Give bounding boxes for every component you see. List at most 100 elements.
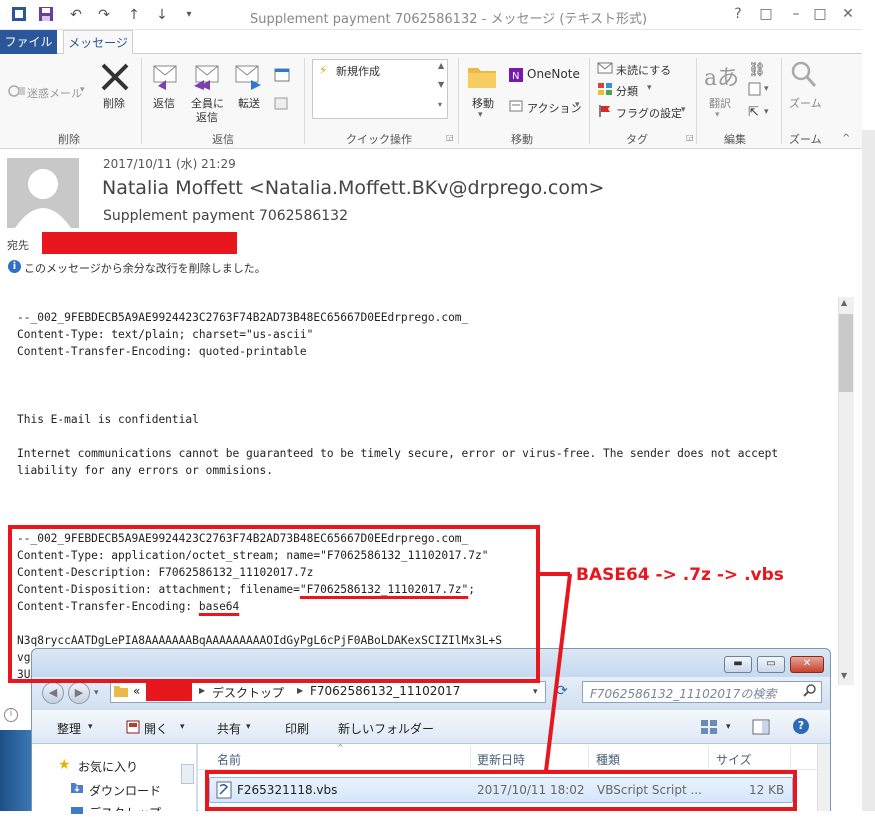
reply-all-icon[interactable] [190,60,224,93]
share-dropdown-icon[interactable]: ▾ [246,722,251,732]
refresh-icon[interactable]: ⟳ [556,683,568,699]
select-icon[interactable]: ⇱ [748,105,759,120]
reply-icon[interactable] [150,60,182,93]
zoom-button[interactable]: ズーム [789,95,822,111]
redo-icon[interactable]: ↷ [95,6,113,24]
move-folder-icon[interactable] [466,62,498,93]
file-list-scrollbar[interactable] [817,744,830,811]
find-icon[interactable]: ⛓ [748,62,766,78]
follow-up-dropdown-icon[interactable]: ▾ [681,105,686,115]
gallery-up-icon[interactable]: ▲ [438,61,444,70]
junk-mail-button[interactable]: 迷惑メール [27,85,82,101]
column-type[interactable]: 種類 [596,751,620,768]
more-respond-icon[interactable] [274,96,290,115]
customize-qat-icon[interactable]: ▾ [180,6,198,24]
delete-button[interactable]: 削除 [103,95,125,111]
help-button[interactable]: ? [724,4,752,24]
forward-icon[interactable] [233,60,265,93]
junk-mail-icon[interactable] [8,84,26,101]
reply-button[interactable]: 返信 [153,95,175,111]
open-dropdown-icon[interactable]: ▾ [180,722,185,732]
up-arrow-icon[interactable]: ↑ [125,6,143,24]
delete-icon[interactable] [98,62,132,95]
breadcrumb-folder[interactable]: F7062586132_11102017 [310,684,460,698]
tab-message[interactable]: メッセージ [63,30,133,55]
share-button[interactable]: 共有 [217,720,241,737]
flag-icon[interactable] [598,104,612,121]
move-dropdown-icon[interactable]: ▾ [478,110,483,120]
scroll-thumb[interactable] [839,314,853,392]
tab-file[interactable]: ファイル [0,30,57,54]
categorize-button[interactable]: 分類 [616,83,638,99]
quick-steps-gallery[interactable] [312,59,448,119]
categorize-icon[interactable] [597,82,613,99]
dialog-launcher-icon[interactable]: ◲ [446,133,454,142]
column-divider[interactable] [588,746,589,768]
quick-step-new[interactable]: 新規作成 [336,63,380,79]
search-icon[interactable] [803,683,817,700]
gallery-down-icon[interactable]: ▼ [438,80,444,89]
actions-icon[interactable] [508,98,524,117]
nav-desktop[interactable]: デスクトップ [89,804,161,811]
maximize-button[interactable]: □ [806,4,834,24]
new-folder-button[interactable]: 新しいフォルダー [338,720,434,737]
column-divider[interactable] [470,746,471,768]
reply-all-button-line2[interactable]: 返信 [196,109,218,125]
column-name[interactable]: 名前 [217,751,241,768]
column-size[interactable]: サイズ [716,751,752,768]
forward-nav-icon[interactable]: ▶ [68,682,90,704]
ribbon-display-button[interactable]: □ [752,4,780,24]
print-button[interactable]: 印刷 [285,720,309,737]
breadcrumb-desktop[interactable]: デスクトップ [212,684,284,701]
onenote-button[interactable]: OneNote [527,67,580,81]
explorer-close-button[interactable]: ✕ [790,656,824,673]
nav-favorites[interactable]: お気に入り [78,758,138,775]
column-divider[interactable] [790,746,791,768]
follow-up-button[interactable]: フラグの設定 [616,105,682,121]
view-options-icon[interactable] [700,719,718,738]
back-icon[interactable]: ◀ [42,682,64,704]
related-icon[interactable] [748,82,762,99]
preview-pane-icon[interactable] [752,719,770,738]
scroll-down-icon[interactable]: ▼ [841,671,847,680]
dialog-launcher-icon[interactable]: ◲ [686,133,694,142]
mark-unread-icon[interactable] [597,61,613,78]
forward-button[interactable]: 転送 [238,95,260,111]
select-dropdown-icon[interactable]: ▾ [764,107,769,117]
address-dropdown-icon[interactable]: ▾ [533,687,538,697]
open-button[interactable]: 開く [144,720,168,737]
help-icon[interactable]: ? [793,718,809,734]
move-button[interactable]: 移動 [472,95,494,111]
junk-dropdown-icon[interactable]: ▾ [80,85,85,95]
view-dropdown-icon[interactable]: ▾ [726,722,731,732]
close-button[interactable]: ✕ [834,4,862,24]
gallery-more-icon[interactable]: ▾ [438,100,442,109]
organize-dropdown-icon[interactable]: ▾ [88,722,93,732]
actions-dropdown-icon[interactable]: ▾ [575,100,580,110]
categorize-dropdown-icon[interactable]: ▾ [647,83,652,93]
nav-downloads[interactable]: ダウンロード [89,782,161,799]
explorer-maximize-button[interactable]: ▭ [757,656,785,673]
mark-unread-button[interactable]: 未読にする [616,62,671,78]
down-arrow-icon[interactable]: ↓ [153,6,171,24]
meeting-icon[interactable] [274,67,290,86]
organize-button[interactable]: 整理 [57,720,81,737]
save-icon[interactable] [37,6,55,24]
column-divider[interactable] [708,746,709,768]
actions-button[interactable]: アクション [527,100,581,116]
zoom-icon[interactable] [790,60,818,93]
translate-dropdown-icon[interactable]: ▾ [715,110,720,120]
translate-icon[interactable]: aあ [704,60,739,92]
info-bar-text[interactable]: このメッセージから余分な改行を削除しました。 [24,260,266,276]
recent-pages-icon[interactable]: ▾ [94,688,99,698]
breadcrumb-overflow[interactable]: « [133,684,140,698]
related-dropdown-icon[interactable]: ▾ [764,84,769,94]
scroll-up-icon[interactable]: ▲ [841,298,847,307]
nav-scrollbar[interactable] [181,764,194,784]
sender-name[interactable]: Natalia Moffett <Natalia.Moffett.BKv@drp… [102,177,604,199]
collapse-ribbon-icon[interactable]: ^ [842,133,850,144]
onenote-icon[interactable]: N [508,67,524,86]
translate-button[interactable]: 翻訳 [709,95,731,111]
undo-icon[interactable]: ↶ [67,6,85,24]
column-modified[interactable]: 更新日時 [477,751,525,768]
